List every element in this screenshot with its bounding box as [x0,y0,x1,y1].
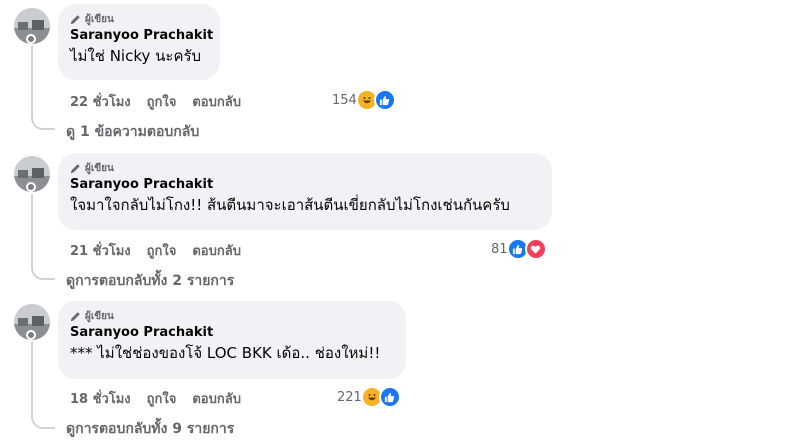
like-button[interactable]: ถูกใจ [147,388,177,409]
love-reaction-icon [524,238,547,260]
reaction-count: 81 [491,241,508,257]
comment-time[interactable]: 22 ชั่วโมง [70,91,131,112]
pencil-icon [70,311,80,321]
comment-text: ไม่ใช่ Nicky นะครับ [70,47,202,65]
thread-line [31,342,33,417]
reply-button[interactable]: ตอบกลับ [192,91,241,112]
thread-line [31,194,33,268]
comment-text: ใจมาใจกลับไม่โกง!! ส้นตีนมาจะเอาส้นตีนเข… [70,196,510,214]
reply-button[interactable]: ตอบกลับ [192,240,241,261]
status-dot [26,330,36,340]
comment-time[interactable]: 21 ชั่วโมง [70,240,131,261]
reaction-count: 221 [337,389,362,405]
comment-time[interactable]: 18 ชั่วโมง [70,388,131,409]
status-dot [26,34,36,44]
status-dot [26,182,36,192]
thread-connector [31,417,55,429]
reply-button[interactable]: ตอบกลับ [192,388,241,409]
like-button[interactable]: ถูกใจ [147,91,177,112]
comment-actions: 21 ชั่วโมง ถูกใจ ตอบกลับ [70,240,241,261]
view-replies-link[interactable]: ดู 1 ข้อความตอบกลับ [66,121,199,143]
author-badge-label: ผู้เขียน [85,310,114,322]
comment-author[interactable]: Saranyoo Prachakit [70,177,540,192]
view-replies-link[interactable]: ดูการตอบกลับทั้ง 2 รายการ [66,270,234,292]
author-badge: ผู้เขียน [70,160,540,176]
reactions-summary[interactable]: 154 [332,89,396,111]
comment-author[interactable]: Saranyoo Prachakit [70,325,394,340]
like-button[interactable]: ถูกใจ [147,240,177,261]
author-badge: ผู้เขียน [70,308,394,324]
pencil-icon [70,163,80,173]
thread-connector [31,118,55,130]
comment-actions: 22 ชั่วโมง ถูกใจ ตอบกลับ [70,91,241,112]
comment-bubble: ผู้เขียน Saranyoo Prachakit *** ไม่ใช่ช่… [58,301,406,379]
view-replies-link[interactable]: ดูการตอบกลับทั้ง 9 รายการ [66,418,234,440]
reaction-count: 154 [332,92,357,108]
author-badge-label: ผู้เขียน [85,162,114,174]
thread-line [31,46,33,118]
comment-text: *** ไม่ใช่ช่องของโจ้ LOC BKK เด้อ.. ช่อง… [70,344,381,362]
reactions-summary[interactable]: 221 [337,386,401,408]
like-reaction-icon [378,386,401,408]
comment-bubble: ผู้เขียน Saranyoo Prachakit ไม่ใช่ Nicky… [58,4,220,80]
like-reaction-icon [373,89,396,111]
reactions-summary[interactable]: 81 [491,238,547,260]
author-badge: ผู้เขียน [70,11,208,27]
comment-actions: 18 ชั่วโมง ถูกใจ ตอบกลับ [70,388,241,409]
comment-author[interactable]: Saranyoo Prachakit [70,28,213,43]
comment-bubble: ผู้เขียน Saranyoo Prachakit ใจมาใจกลับไม… [58,153,552,230]
pencil-icon [70,14,80,24]
thread-connector [31,268,55,280]
author-badge-label: ผู้เขียน [85,13,114,25]
